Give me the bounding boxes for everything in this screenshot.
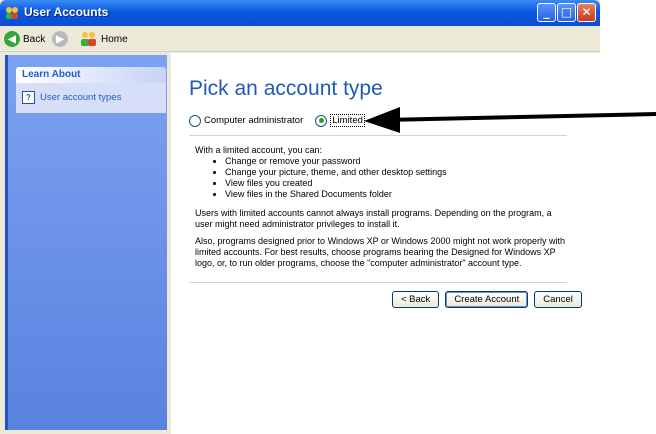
minimize-button[interactable]: _ [537, 3, 556, 22]
button-row: < Back Create Account Cancel [392, 291, 582, 308]
forward-arrow-icon: ▶ [52, 31, 68, 47]
sidebar-item-label: User account types [40, 92, 122, 103]
pointer-arrow [364, 107, 656, 133]
sidebar: Learn About ? User account types [5, 55, 167, 430]
home-button[interactable]: Home [80, 30, 128, 48]
list-item: View files you created [225, 178, 565, 189]
learn-about-panel: Learn About ? User account types [16, 67, 166, 113]
back-button[interactable]: ◀ Back [4, 30, 45, 48]
capabilities-list: Change or remove your password Change yo… [195, 156, 565, 200]
user-accounts-window: User Accounts _ □ ✕ ◀ Back ▶ Home Learn … [0, 0, 600, 434]
sidebar-item-user-account-types[interactable]: ? User account types [22, 91, 121, 104]
list-item: Change or remove your password [225, 156, 565, 167]
divider-bottom [189, 282, 567, 283]
back-arrow-icon: ◀ [4, 31, 20, 47]
cancel-button[interactable]: Cancel [534, 291, 582, 308]
back-label: Back [23, 33, 46, 45]
install-note: Users with limited accounts cannot alway… [195, 208, 552, 229]
help-icon: ? [22, 91, 35, 104]
limited-description: With a limited account, you can: Change … [195, 145, 565, 200]
back-wizard-button[interactable]: < Back [392, 291, 440, 308]
compatibility-note: Also, programs designed prior to Windows… [195, 236, 565, 268]
page-title: Pick an account type [189, 77, 383, 100]
create-account-button[interactable]: Create Account [445, 291, 529, 308]
forward-button[interactable]: ▶ [52, 30, 68, 48]
window-title: User Accounts [24, 5, 109, 19]
radio-computer-administrator[interactable] [189, 114, 201, 127]
title-bar[interactable]: User Accounts _ □ ✕ [0, 0, 600, 26]
radio-limited[interactable] [315, 114, 328, 127]
learn-about-title: Learn About [16, 67, 166, 83]
list-item: View files in the Shared Documents folde… [225, 189, 565, 200]
user-accounts-icon [6, 7, 18, 19]
account-type-options: Computer administrator Limited [189, 114, 365, 127]
home-label: Home [101, 33, 128, 45]
maximize-button[interactable]: □ [557, 3, 576, 22]
list-item: Change your picture, theme, and other de… [225, 167, 565, 178]
intro-text: With a limited account, you can: [195, 145, 323, 155]
computer-administrator-label[interactable]: Computer administrator [204, 115, 303, 126]
close-button[interactable]: ✕ [577, 3, 596, 22]
home-users-icon [81, 32, 96, 46]
toolbar: ◀ Back ▶ Home [0, 26, 600, 52]
